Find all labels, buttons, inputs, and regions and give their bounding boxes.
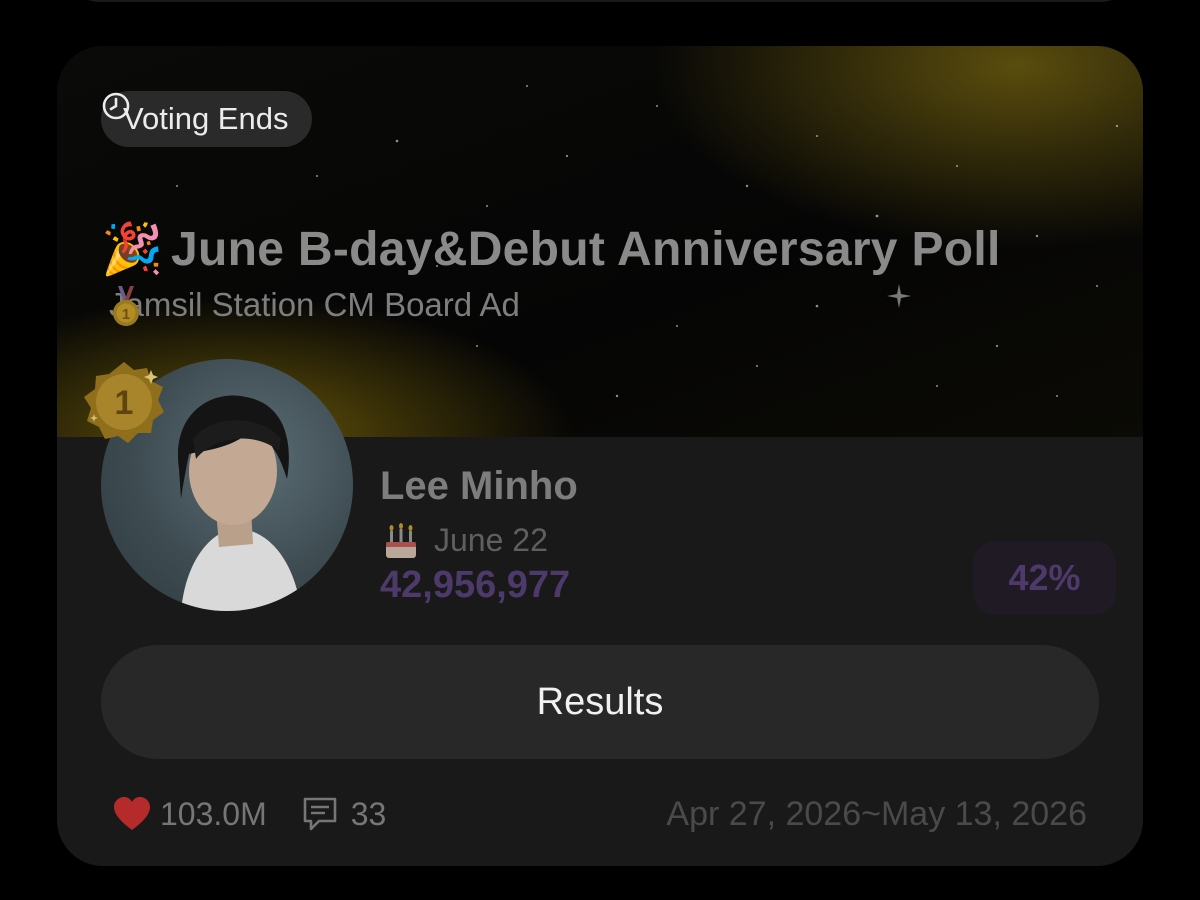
rank-badge: 1 xyxy=(84,362,164,443)
poll-footer: 103.0M 33 Apr 27, 2026~May 13, 2026 xyxy=(112,794,1087,834)
like-count: 103.0M xyxy=(160,795,267,832)
party-popper-icon: 🎉 xyxy=(101,221,164,277)
leader-vote-count: 42,956,977 xyxy=(380,564,571,606)
previous-card-edge xyxy=(60,0,1140,2)
clock-icon xyxy=(102,92,130,120)
svg-text:1: 1 xyxy=(122,306,130,323)
poll-date-range: Apr 27, 2026~May 13, 2026 xyxy=(666,794,1087,833)
poll-card[interactable]: Voting Ends 🎉 June B-day&Debut Anniversa… xyxy=(57,46,1143,866)
voting-ends-label: Voting Ends xyxy=(123,101,289,136)
poll-subtitle: 1 Jamsil Station CM Board Ad xyxy=(109,286,520,326)
heart-icon[interactable] xyxy=(112,796,152,832)
leader-birthday-text: June 22 xyxy=(434,521,548,558)
rank-number: 1 xyxy=(115,384,134,422)
results-button[interactable]: Results xyxy=(101,645,1099,759)
poll-title: 🎉 June B-day&Debut Anniversary Poll xyxy=(101,220,1001,279)
leader-vote-percent: 42% xyxy=(973,541,1116,615)
comment-count: 33 xyxy=(350,795,387,832)
medal-icon: 1 xyxy=(113,286,139,326)
leader-birthday: June 22 xyxy=(382,520,548,560)
comment-icon[interactable] xyxy=(301,796,339,832)
poll-subtitle-text: Jamsil Station CM Board Ad xyxy=(109,286,520,323)
comment-control[interactable]: 33 xyxy=(301,795,387,833)
like-control[interactable]: 103.0M xyxy=(112,796,267,833)
voting-ends-badge: Voting Ends xyxy=(101,91,313,147)
leader-name: Lee Minho xyxy=(380,464,578,508)
poll-title-text: June B-day&Debut Anniversary Poll xyxy=(171,223,1001,276)
cake-icon xyxy=(386,523,416,558)
